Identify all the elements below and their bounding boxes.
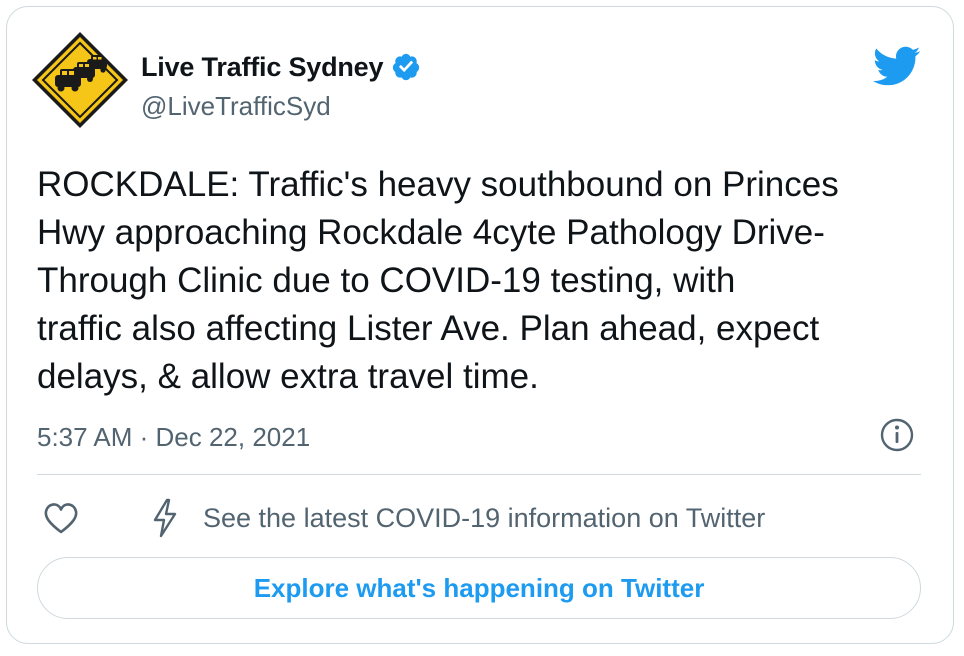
- verified-badge-icon: [393, 53, 420, 81]
- twitter-bird-icon[interactable]: [871, 45, 921, 87]
- display-name[interactable]: Live Traffic Sydney: [141, 52, 384, 83]
- info-icon[interactable]: [877, 415, 917, 455]
- tweet-text-line: delays, & allow extra travel time.: [37, 357, 539, 396]
- tweet-text-line: Hwy approaching Rockdale 4cyte Pathology…: [37, 213, 825, 252]
- account-name-row[interactable]: Live Traffic Sydney: [141, 47, 421, 87]
- tweet-text-line: Through Clinic due to COVID-19 testing, …: [37, 261, 736, 300]
- tweet-text-line: traffic also affecting Lister Ave. Plan …: [37, 309, 820, 348]
- tweet-text: ROCKDALE: Traffic's heavy southbound on …: [37, 161, 937, 401]
- divider: [37, 474, 921, 475]
- covid-info-link[interactable]: See the latest COVID-19 information on T…: [203, 498, 765, 538]
- heart-icon[interactable]: [41, 499, 81, 539]
- explore-twitter-button[interactable]: Explore what's happening on Twitter: [37, 557, 921, 619]
- tweet-timestamp[interactable]: 5:37 AM · Dec 22, 2021: [37, 422, 310, 453]
- account-handle[interactable]: @LiveTrafficSyd: [141, 91, 331, 122]
- tweet-text-line: ROCKDALE: Traffic's heavy southbound on …: [37, 165, 839, 204]
- traffic-sign-avatar[interactable]: [29, 29, 131, 131]
- tweet-card: Live Traffic Sydney @LiveTrafficSyd ROCK…: [6, 6, 954, 644]
- tweet-timestamp-row: 5:37 AM · Dec 22, 2021: [37, 417, 310, 457]
- lightning-bolt-icon[interactable]: [149, 497, 181, 539]
